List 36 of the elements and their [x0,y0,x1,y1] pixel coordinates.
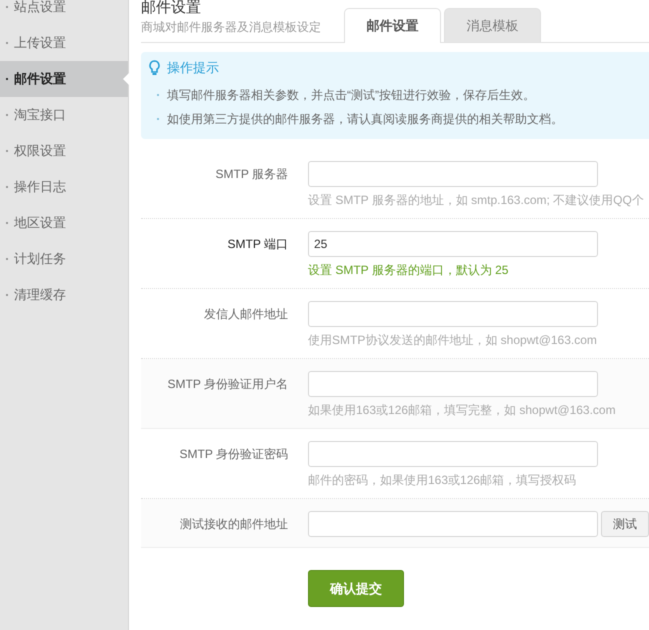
field-hint: 设置 SMTP 服务器的端口，默认为 25 [308,262,510,278]
field-hint: 设置 SMTP 服务器的地址，如 smtp.163.com; 不建议使用QQ个 [308,192,645,208]
tip-text: 如使用第三方提供的邮件服务器，请认真阅读服务商提供的相关帮助文档。 [167,110,563,128]
sidebar-item[interactable]: 地区设置 [0,205,128,241]
page-title: 邮件设置 [141,0,202,17]
sidebar-item[interactable]: 清理缓存 [0,277,128,313]
input-field[interactable] [308,371,598,397]
input-field[interactable] [308,301,598,327]
tips-title: 操作提示 [167,59,219,77]
page-subtitle: 商城对邮件服务器及消息模板设定 [141,19,322,36]
input-field[interactable] [308,161,598,187]
field-hint: 如果使用163或126邮箱，填写完整，如 shopwt@163.com [308,402,617,418]
submit-button[interactable]: 确认提交 [308,570,404,607]
field-label: SMTP 身份验证用户名 [166,376,289,393]
sidebar-item[interactable]: 计划任务 [0,241,128,277]
field-label: SMTP 端口 [226,236,289,253]
field-hint: 使用SMTP协议发送的邮件地址，如 shopwt@163.com [308,332,598,348]
input-field[interactable] [308,441,598,467]
field-label: 发信人邮件地址 [203,306,289,323]
tip-text: 填写邮件服务器相关参数，并点击“测试”按钮进行效验，保存后生效。 [167,86,535,104]
field-label: SMTP 服务器 [214,166,289,183]
lightbulb-icon [149,60,160,76]
sidebar-item[interactable]: 邮件设置 [0,61,128,97]
test-button[interactable]: 测试 [601,511,649,537]
sidebar-item[interactable]: 淘宝接口 [0,97,128,133]
sidebar-item[interactable]: 站点设置 [0,0,128,25]
sidebar-item[interactable]: 操作日志 [0,169,128,205]
tab[interactable]: 消息模板 [444,8,541,42]
input-field[interactable] [308,511,598,537]
field-label: SMTP 身份验证密码 [178,446,289,463]
field-hint: 邮件的密码，如果使用163或126邮箱，填写授权码 [308,472,578,488]
input-field[interactable]: 25 [308,231,598,257]
tab[interactable]: 邮件设置 [344,8,441,43]
field-label: 测试接收的邮件地址 [179,516,289,533]
sidebar-item[interactable]: 上传设置 [0,25,128,61]
sidebar-item[interactable]: 权限设置 [0,133,128,169]
